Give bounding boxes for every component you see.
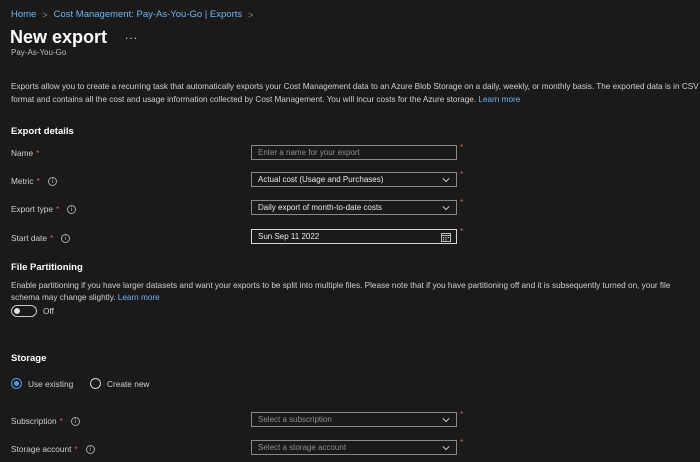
required-marker: * [460,198,464,207]
start-date-label: Start date * i [11,233,71,243]
title-row: New export ... [10,27,138,48]
chevron-down-icon [442,418,450,423]
required-marker: * [74,444,78,454]
use-existing-label: Use existing [28,378,74,389]
metric-label-text: Metric [11,176,34,186]
learn-more-link[interactable]: Learn more [478,95,520,104]
file-partitioning-description: Enable partitioning if you have larger d… [11,280,699,304]
required-marker: * [460,170,464,179]
create-new-label: Create new [107,378,150,389]
calendar-icon[interactable] [441,232,451,242]
info-icon[interactable]: i [85,444,95,454]
chevron-right-icon: > [248,9,254,20]
subscription-placeholder: Select a subscription [258,415,332,424]
required-marker: * [49,233,54,243]
info-icon[interactable]: i [67,204,77,214]
file-partitioning-heading: File Partitioning [11,262,83,273]
export-type-value: Daily export of month-to-date costs [258,203,383,212]
required-marker: * [460,438,464,447]
page-title: New export [10,27,108,47]
storage-account-label-text: Storage account [11,444,72,454]
export-type-label: Export type * i [11,204,77,214]
subscription-label-text: Subscription [11,416,57,426]
export-type-label-text: Export type [11,204,53,214]
storage-account-dropdown[interactable]: Select a storage account [251,440,457,455]
required-marker: * [460,227,464,236]
breadcrumb-exports[interactable]: Cost Management: Pay-As-You-Go | Exports [54,9,243,20]
partitioning-toggle[interactable] [11,305,37,317]
chevron-right-icon: > [42,9,48,20]
info-icon[interactable]: i [70,416,80,426]
toggle-knob [14,308,20,314]
chevron-down-icon [442,178,450,183]
info-icon[interactable]: i [47,176,57,186]
breadcrumb-home[interactable]: Home [11,9,36,20]
metric-dropdown[interactable]: Actual cost (Usage and Purchases) [251,172,457,187]
more-options-button[interactable]: ... [125,28,138,42]
use-existing-radio[interactable]: Use existing [11,378,73,389]
metric-label: Metric * i [11,176,57,186]
name-label: Name * [11,148,39,158]
name-input[interactable]: Enter a name for your export [251,145,457,160]
info-icon[interactable]: i [61,233,71,243]
file-partitioning-text: Enable partitioning if you have larger d… [11,281,671,302]
start-date-label-text: Start date [11,233,47,243]
subscription-label: Subscription * i [11,416,80,426]
create-new-radio[interactable]: Create new [90,378,149,389]
radio-selected-icon [11,378,22,389]
storage-account-placeholder: Select a storage account [258,443,347,452]
required-marker: * [59,416,63,426]
export-details-heading: Export details [11,126,74,137]
export-description: Exports allow you to create a recurring … [11,80,699,106]
chevron-down-icon [442,446,450,451]
chevron-down-icon [442,206,450,211]
required-marker: * [460,143,464,152]
storage-heading: Storage [11,353,47,364]
radio-unselected-icon [90,378,101,389]
name-label-text: Name [11,148,34,158]
required-marker: * [36,176,40,186]
required-marker: * [36,148,40,158]
page-subtitle: Pay-As-You-Go [11,48,67,57]
toggle-label: Off [43,306,54,316]
description-text: Exports allow you to create a recurring … [11,82,699,104]
storage-account-label: Storage account * i [11,444,95,454]
required-marker: * [460,410,464,419]
breadcrumb: Home > Cost Management: Pay-As-You-Go | … [11,9,259,20]
learn-more-link[interactable]: Learn more [118,293,160,302]
export-type-dropdown[interactable]: Daily export of month-to-date costs [251,200,457,215]
required-marker: * [55,204,60,214]
start-date-value: Sun Sep 11 2022 [258,232,320,241]
start-date-picker[interactable]: Sun Sep 11 2022 [251,229,457,244]
subscription-dropdown[interactable]: Select a subscription [251,412,457,427]
metric-value: Actual cost (Usage and Purchases) [258,175,384,184]
